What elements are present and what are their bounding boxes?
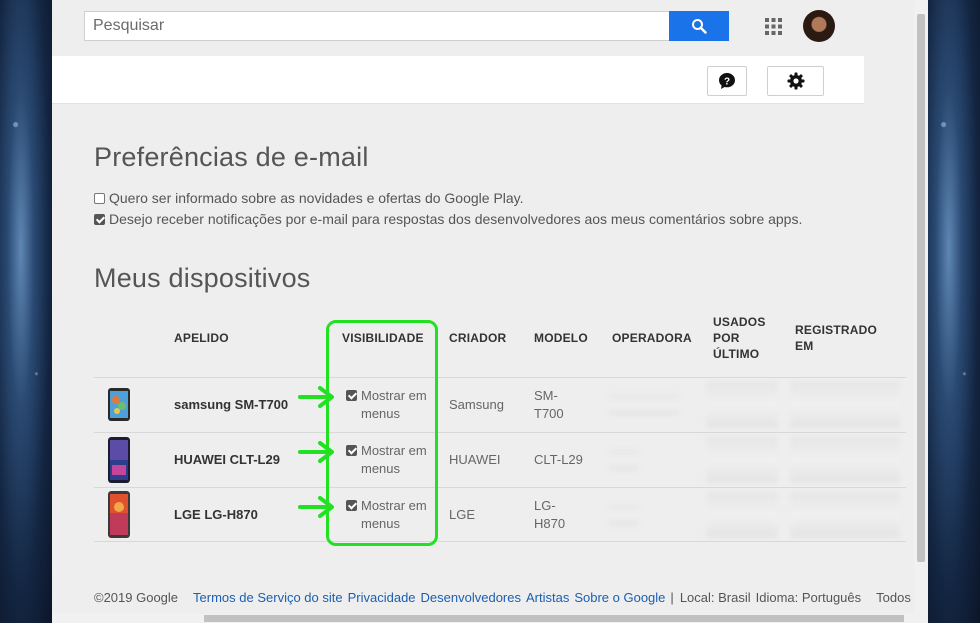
device-model: CLT-L29 [534, 451, 583, 469]
search-box [84, 11, 671, 41]
visibility-toggle[interactable]: Mostrar em menus [346, 387, 427, 423]
footer-all[interactable]: Todos [876, 590, 911, 605]
visibility-label-line2: menus [361, 516, 401, 531]
footer: ©2019 Google Termos de Serviço do site P… [94, 590, 914, 605]
pref-developer-replies[interactable]: Desejo receber notificações por e-mail p… [94, 211, 802, 227]
apps-grid-icon[interactable] [765, 18, 782, 35]
device-model-line1: CLT-L29 [534, 452, 583, 467]
checkbox-developer-replies[interactable] [94, 213, 105, 225]
footer-link-artists[interactable]: Artistas [526, 590, 569, 605]
settings-button[interactable] [767, 66, 824, 96]
toolbar: ? [52, 56, 864, 104]
desktop-background-right [928, 0, 980, 623]
device-maker: HUAWEI [449, 452, 501, 467]
redacted-last-used [706, 492, 778, 538]
device-maker: LGE [449, 507, 476, 522]
device-nickname[interactable]: samsung SM-T700 [174, 396, 288, 414]
search-icon [692, 19, 707, 34]
device-nickname[interactable]: HUAWEI CLT-L29 [174, 451, 280, 469]
device-model-line1: SM- [534, 388, 558, 403]
redacted-last-used [706, 382, 778, 428]
search-input[interactable] [85, 12, 671, 40]
my-devices-title: Meus dispositivos [94, 263, 311, 293]
footer-link-about[interactable]: Sobre o Google [574, 590, 665, 605]
footer-link-terms[interactable]: Termos de Serviço do site [193, 590, 343, 605]
header-last-used: USADOS POR ÚLTIMO [713, 314, 766, 362]
device-row: samsung SM-T700 Mostrar em menus Samsung… [94, 377, 906, 432]
arrow-right-icon [298, 386, 334, 408]
visibility-label: Mostrar em menus [361, 497, 427, 533]
redacted-registered [790, 382, 900, 428]
footer-separator: | [670, 590, 674, 605]
redacted-carrier [609, 394, 679, 416]
header-carrier: OPERADORA [612, 331, 692, 345]
redacted-last-used [706, 437, 778, 483]
pref-play-news[interactable]: Quero ser informado sobre as novidades e… [94, 190, 524, 206]
footer-link-privacy[interactable]: Privacidade [348, 590, 416, 605]
device-model: LG- H870 [534, 497, 565, 533]
visibility-label-line1: Mostrar em [361, 443, 427, 458]
top-bar [52, 0, 864, 56]
visibility-label-line2: menus [361, 461, 401, 476]
visibility-checkbox[interactable] [346, 500, 357, 511]
help-button[interactable]: ? [707, 66, 747, 96]
arrow-right-icon [298, 496, 334, 518]
device-model-line2: T700 [534, 406, 564, 421]
header-registered-line2: EM [795, 339, 814, 353]
visibility-toggle[interactable]: Mostrar em menus [346, 497, 427, 533]
header-registered: REGISTRADO EM [795, 322, 877, 354]
vertical-scrollbar[interactable] [914, 0, 928, 623]
device-model-line2: H870 [534, 516, 566, 531]
visibility-checkbox[interactable] [346, 445, 357, 456]
tablet-image [108, 388, 130, 421]
visibility-label: Mostrar em menus [361, 442, 427, 478]
footer-location[interactable]: Local: Brasil [680, 590, 751, 605]
phone-image [108, 437, 130, 483]
help-icon: ? [719, 73, 735, 89]
footer-language[interactable]: Idioma: Português [756, 590, 862, 605]
device-model: SM- T700 [534, 387, 564, 423]
header-visibility: VISIBILIDADE [342, 331, 424, 345]
header-nickname: APELIDO [174, 331, 229, 345]
header-maker: CRIADOR [449, 331, 507, 345]
visibility-label-line1: Mostrar em [361, 498, 427, 513]
redacted-registered [790, 492, 900, 538]
email-preferences-title: Preferências de e-mail [94, 142, 369, 172]
pref-play-news-label: Quero ser informado sobre as novidades e… [109, 190, 524, 206]
avatar[interactable] [803, 10, 835, 42]
header-model: MODELO [534, 331, 588, 345]
device-nickname[interactable]: LGE LG-H870 [174, 506, 258, 524]
vertical-scrollbar-thumb[interactable] [917, 14, 925, 562]
device-maker: Samsung [449, 397, 504, 412]
phone-image [108, 491, 130, 538]
visibility-toggle[interactable]: Mostrar em menus [346, 442, 427, 478]
desktop-background-left [0, 0, 52, 623]
browser-page: ? Preferências de e-mail Quero ser infor… [52, 0, 928, 623]
visibility-checkbox[interactable] [346, 390, 357, 401]
device-model-line1: LG- [534, 498, 556, 513]
header-last-used-line3: ÚLTIMO [713, 347, 760, 361]
horizontal-scrollbar-thumb[interactable] [204, 615, 904, 622]
svg-text:?: ? [724, 76, 730, 87]
header-last-used-line1: USADOS [713, 315, 766, 329]
visibility-label: Mostrar em menus [361, 387, 427, 423]
copyright: ©2019 Google [94, 590, 179, 605]
device-row: HUAWEI CLT-L29 Mostrar em menus HUAWEI C… [94, 432, 906, 487]
footer-link-developers[interactable]: Desenvolvedores [421, 590, 521, 605]
horizontal-scrollbar[interactable] [52, 614, 914, 623]
visibility-label-line2: menus [361, 406, 401, 421]
visibility-label-line1: Mostrar em [361, 388, 427, 403]
checkbox-play-news[interactable] [94, 192, 105, 204]
arrow-right-icon [298, 441, 334, 463]
header-registered-line1: REGISTRADO [795, 323, 878, 337]
redacted-carrier [609, 504, 639, 526]
redacted-carrier [609, 449, 639, 471]
redacted-registered [790, 437, 900, 483]
pref-developer-replies-label: Desejo receber notificações por e-mail p… [109, 211, 803, 227]
gear-icon [787, 72, 804, 90]
device-row: LGE LG-H870 Mostrar em menus LGE LG- H87… [94, 487, 906, 542]
search-button[interactable] [669, 11, 729, 41]
header-last-used-line2: POR [713, 331, 740, 345]
